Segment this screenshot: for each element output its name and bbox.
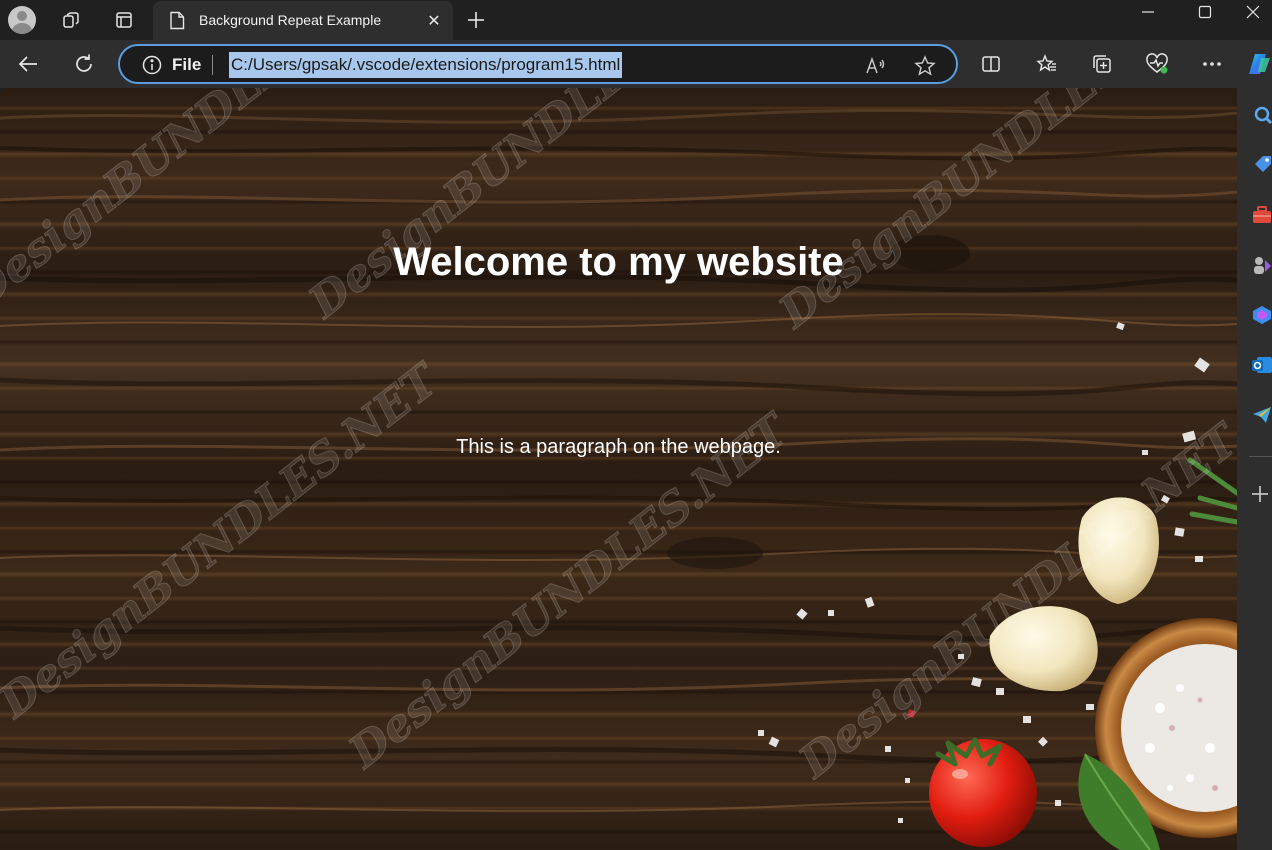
active-tab[interactable]: Background Repeat Example ✕ [153,1,453,40]
page-heading: Welcome to my website [393,240,844,284]
add-icon[interactable] [1251,485,1269,509]
telegram-icon[interactable] [1251,404,1272,426]
browser-essentials-icon[interactable] [1141,48,1173,80]
sidebar-divider [1249,456,1272,457]
more-icon[interactable] [1196,48,1228,80]
edge-sidebar [1237,88,1272,850]
favorites-icon[interactable] [1031,48,1063,80]
outlook-icon[interactable] [1251,354,1272,376]
minimize-button[interactable] [1120,0,1176,24]
refresh-icon[interactable] [68,48,100,80]
info-icon[interactable] [142,55,162,75]
toolbar: File C:/Users/gpsak/.vscode/extensions/p… [0,40,1272,88]
address-bar[interactable]: File C:/Users/gpsak/.vscode/extensions/p… [118,44,958,84]
page-icon [169,11,185,35]
workspaces-icon[interactable] [57,6,85,34]
tools-icon[interactable] [1251,204,1272,226]
scheme-label: File [172,55,202,74]
maximize-button[interactable] [1177,0,1233,24]
tab-actions-icon[interactable] [110,6,138,34]
wood-background [0,108,1237,850]
close-window-button[interactable] [1234,0,1272,24]
copilot-icon[interactable] [1245,48,1272,80]
address-separator [212,55,213,75]
games-icon[interactable] [1251,254,1272,276]
new-tab-button[interactable] [462,6,490,34]
shopping-icon[interactable] [1251,154,1272,176]
page-viewport: DesignBUNDLES.NET DesignBUNDLES.NET Desi… [0,88,1237,850]
back-icon[interactable] [12,48,44,80]
title-bar: Background Repeat Example ✕ [0,0,1272,40]
tab-title: Background Repeat Example [199,12,382,28]
favorite-star-icon[interactable] [911,52,939,80]
tab-close-icon[interactable]: ✕ [423,10,445,32]
page-paragraph: This is a paragraph on the webpage. [456,436,781,458]
avatar[interactable] [8,6,36,34]
read-aloud-icon[interactable] [862,52,890,80]
copilot-sidebar-icon[interactable] [1251,304,1272,326]
collections-icon[interactable] [1086,48,1118,80]
url-text[interactable]: C:/Users/gpsak/.vscode/extensions/progra… [229,52,623,78]
search-icon[interactable] [1251,105,1272,127]
split-screen-icon[interactable] [975,48,1007,80]
